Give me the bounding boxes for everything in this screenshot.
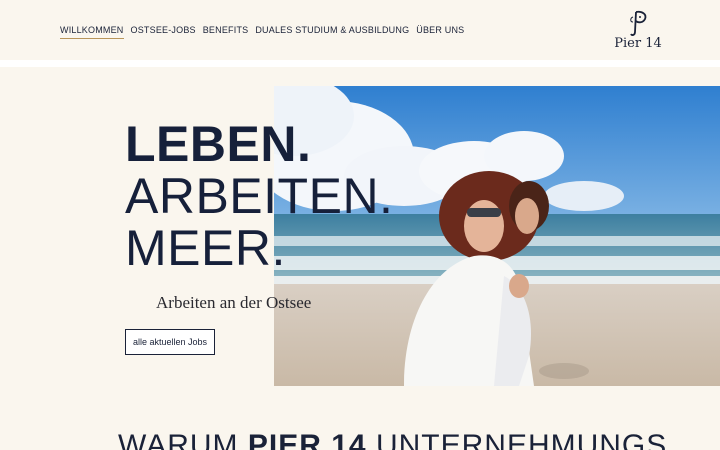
- headline-line-1: LEBEN.: [125, 116, 312, 172]
- site-header: WILLKOMMEN OSTSEE-JOBS BENEFITS DUALES S…: [0, 0, 720, 60]
- hero-subline: Arbeiten an der Ostsee: [156, 293, 312, 312]
- nav-item-ueber-uns[interactable]: ÜBER UNS: [416, 25, 464, 39]
- nav-item-benefits[interactable]: BENEFITS: [203, 25, 249, 39]
- main-nav: WILLKOMMEN OSTSEE-JOBS BENEFITS DUALES S…: [60, 25, 464, 39]
- section-title-pre: WARUM: [118, 429, 248, 450]
- headline-line-3: MEER.: [125, 220, 286, 276]
- section-title-brand: PIER 14: [247, 429, 367, 450]
- nav-item-willkommen[interactable]: WILLKOMMEN: [60, 25, 124, 39]
- hero-headline: LEBEN. ARBEITEN. MEER.: [125, 118, 393, 274]
- section-title-post: UNTERNEHMUNGS: [366, 429, 668, 450]
- nav-item-ostsee-jobs[interactable]: OSTSEE-JOBS: [131, 25, 196, 39]
- section-title: WARUM PIER 14 UNTERNEHMUNGS: [118, 429, 667, 450]
- logo-text: Pier 14: [614, 36, 662, 51]
- headline-line-2: ARBEITEN.: [125, 168, 394, 224]
- nav-item-duales-studium[interactable]: DUALES STUDIUM & AUSBILDUNG: [255, 25, 409, 39]
- site-logo[interactable]: Pier 14: [612, 8, 664, 54]
- header-divider: [0, 60, 720, 67]
- pier14-monogram-icon: [630, 10, 647, 36]
- all-jobs-button[interactable]: alle aktuellen Jobs: [125, 329, 215, 355]
